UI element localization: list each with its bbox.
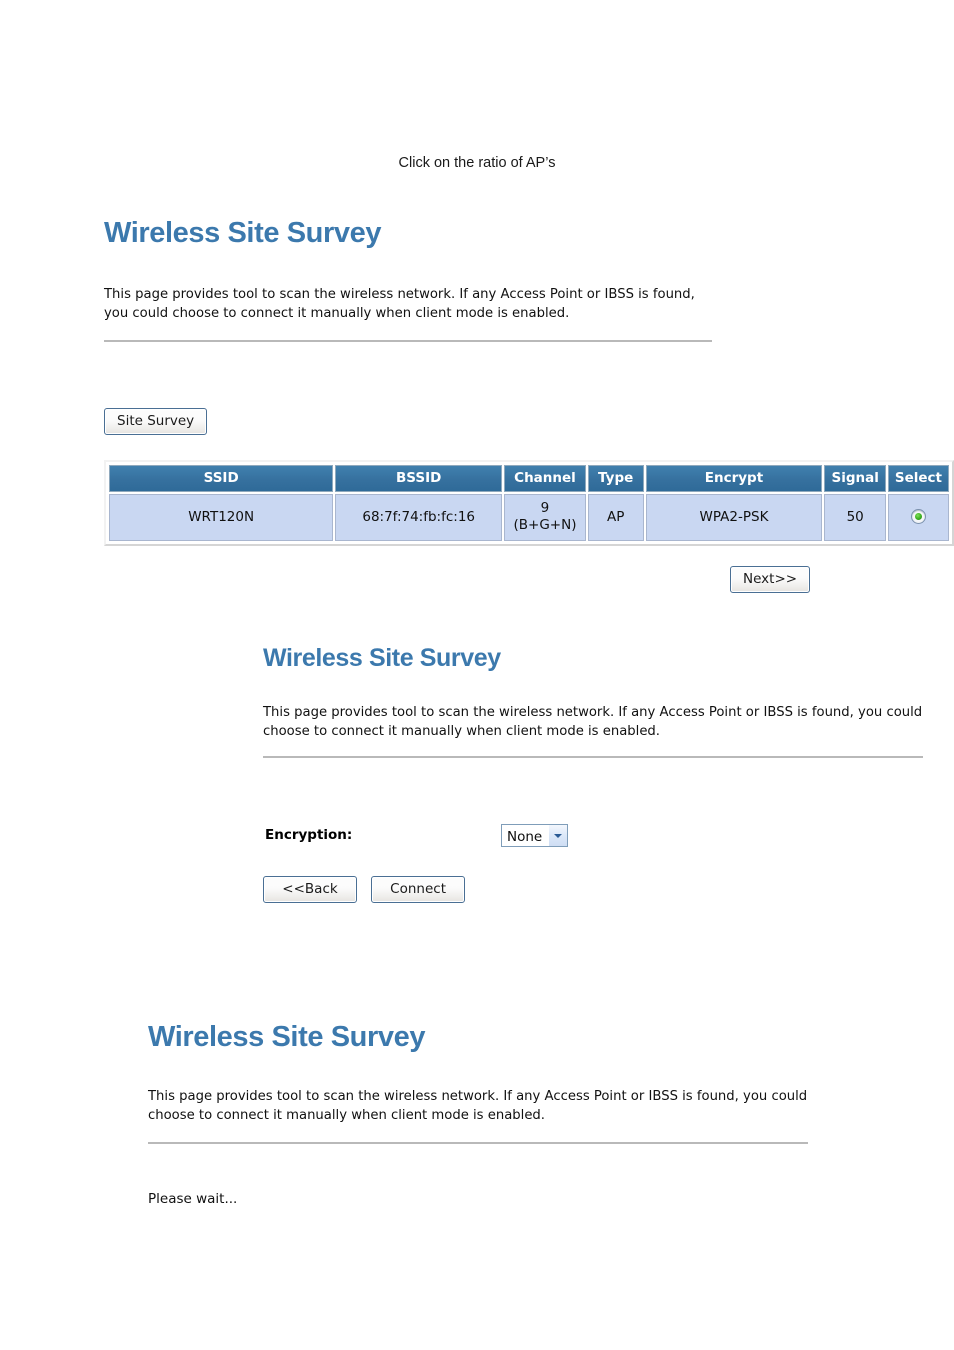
section-divider <box>263 755 923 758</box>
section-divider <box>104 339 712 342</box>
encryption-selected-value: None <box>507 829 543 845</box>
select-ap-radio[interactable] <box>910 509 926 525</box>
connect-button[interactable]: Connect <box>371 876 466 903</box>
encryption-select[interactable]: None <box>501 824 569 847</box>
page-description: This page provides tool to scan the wire… <box>263 705 923 739</box>
encryption-label: Encryption: <box>265 827 353 843</box>
column-header-bssid: BSSID <box>335 465 503 492</box>
back-button[interactable]: <<Back <box>263 876 357 903</box>
channel-band: (B+G+N) <box>513 516 577 533</box>
cell-encrypt: WPA2-PSK <box>645 494 823 541</box>
column-header-signal: Signal <box>824 465 886 492</box>
column-header-select: Select <box>887 465 949 492</box>
please-wait-status: Please wait... <box>148 1191 238 1207</box>
column-header-type: Type <box>587 465 644 492</box>
page-title: Wireless Site Survey <box>263 644 501 672</box>
table-header-row: SSID BSSID Channel Type Encrypt Signal S… <box>109 465 949 492</box>
cell-bssid: 68:7f:74:fb:fc:16 <box>335 494 503 541</box>
table-row: WRT120N 68:7f:74:fb:fc:16 9 (B+G+N) AP W… <box>109 494 949 541</box>
cell-signal: 50 <box>824 494 886 541</box>
site-survey-button[interactable]: Site Survey <box>104 408 208 435</box>
page-caption: Click on the ratio of AP’s <box>398 155 556 171</box>
survey-section-one: Wireless Site Survey This page provides … <box>104 218 804 342</box>
survey-table-frame: SSID BSSID Channel Type Encrypt Signal S… <box>104 460 954 546</box>
cell-select <box>887 494 949 541</box>
section-divider <box>148 1141 808 1144</box>
cell-type: AP <box>587 494 644 541</box>
channel-number: 9 <box>540 500 550 516</box>
next-button[interactable]: Next>> <box>730 566 811 593</box>
page-description: This page provides tool to scan the wire… <box>148 1089 808 1124</box>
chevron-down-icon <box>548 825 568 846</box>
cell-channel: 9 (B+G+N) <box>504 494 586 541</box>
status-message-holder: Please wait... <box>148 1188 237 1207</box>
section-two-actions: <<Back Connect <box>263 876 466 903</box>
survey-section-two: Wireless Site Survey This page provides … <box>263 645 943 758</box>
page-description: This page provides tool to scan the wire… <box>104 287 695 322</box>
page-title: Wireless Site Survey <box>104 217 382 249</box>
site-survey-results: SSID BSSID Channel Type Encrypt Signal S… <box>104 460 954 550</box>
column-header-channel: Channel <box>504 465 586 492</box>
page-title: Wireless Site Survey <box>148 1021 426 1053</box>
column-header-ssid: SSID <box>109 465 334 492</box>
survey-table: SSID BSSID Channel Type Encrypt Signal S… <box>107 463 951 543</box>
survey-section-three: Wireless Site Survey This page provides … <box>148 1022 848 1144</box>
column-header-encrypt: Encrypt <box>645 465 823 492</box>
cell-ssid: WRT120N <box>109 494 334 541</box>
